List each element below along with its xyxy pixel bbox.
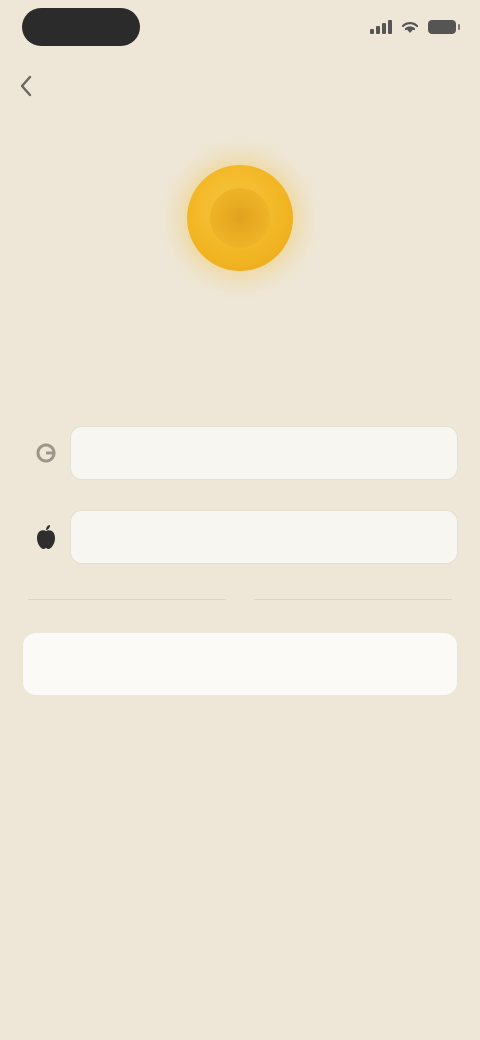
google-icon bbox=[22, 424, 70, 482]
divider-line-right bbox=[254, 598, 452, 600]
google-sign-in-button[interactable] bbox=[70, 426, 458, 480]
coin-icon bbox=[187, 165, 293, 271]
app-screen bbox=[0, 0, 480, 1040]
status-bar bbox=[0, 0, 480, 64]
divider-line-left bbox=[28, 598, 226, 600]
nav-bar bbox=[0, 60, 480, 112]
status-time-pill bbox=[22, 8, 140, 46]
email-input[interactable] bbox=[41, 654, 439, 674]
wifi-icon bbox=[401, 22, 419, 33]
or-divider bbox=[28, 588, 452, 610]
back-button[interactable] bbox=[8, 68, 44, 104]
apple-icon bbox=[22, 508, 70, 566]
signal-icon bbox=[370, 20, 392, 34]
coin-inner bbox=[210, 188, 270, 248]
apple-sign-in-row bbox=[22, 508, 458, 566]
email-field-container bbox=[22, 632, 458, 696]
apple-sign-in-button[interactable] bbox=[70, 510, 458, 564]
battery-icon bbox=[428, 20, 460, 34]
chevron-left-icon bbox=[20, 75, 32, 97]
status-icons bbox=[370, 20, 460, 34]
google-sign-in-row bbox=[22, 424, 458, 482]
